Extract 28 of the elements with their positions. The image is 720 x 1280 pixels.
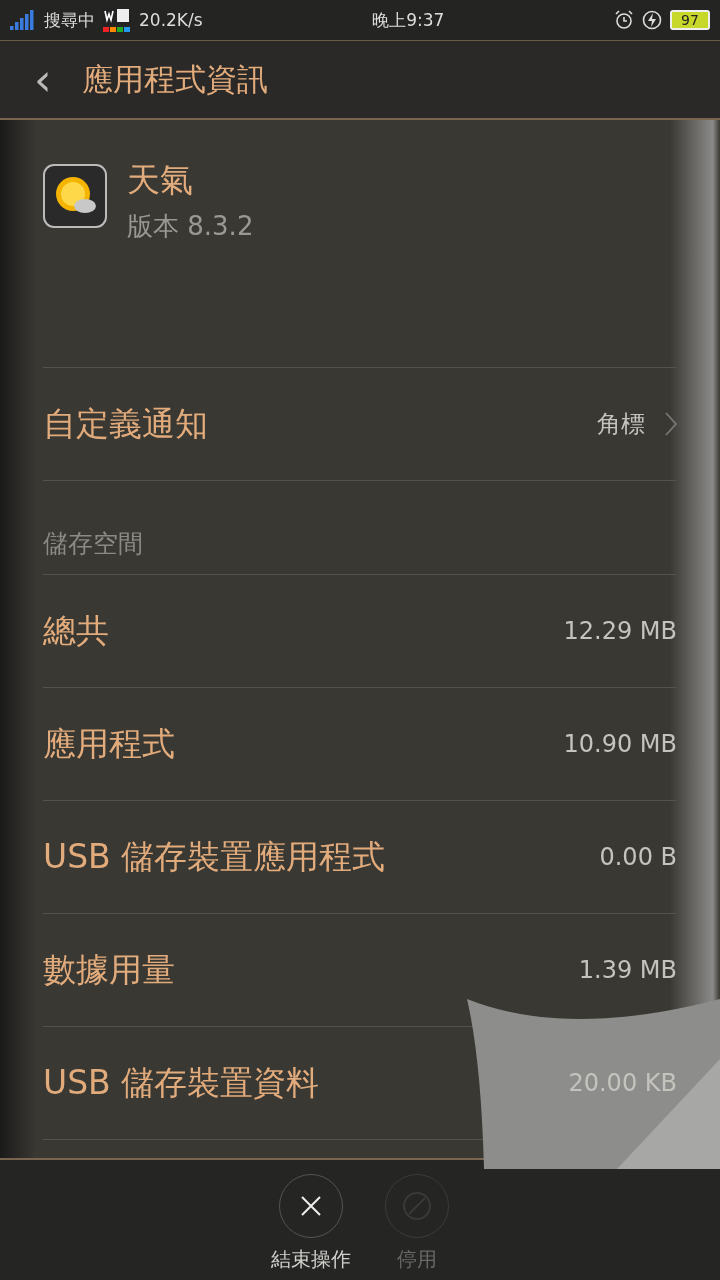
section-heading: 儲存空間 <box>43 528 143 560</box>
battery-icon: 97 <box>670 10 710 30</box>
action-button[interactable]: 結束操作 <box>271 1174 351 1280</box>
signal-icon <box>10 10 36 30</box>
alarm-icon <box>614 10 634 30</box>
network-speed: 20.2K/s <box>139 10 203 30</box>
page-title: 應用程式資訊 <box>81 59 268 99</box>
storage-value: 12.29 MB <box>563 617 677 645</box>
storage-label: 應用程式 <box>43 722 175 765</box>
storage-value: 10.90 MB <box>563 730 677 758</box>
close-icon <box>300 1195 322 1217</box>
clock: 晚上9:37 <box>372 8 445 32</box>
carrier-text: 搜尋中 <box>44 8 95 32</box>
storage-label: USB 儲存裝置應用程式 <box>43 835 386 878</box>
back-button[interactable]: ‹ <box>30 57 56 102</box>
sun-cloud-icon <box>43 164 107 228</box>
storage-label: USB 儲存裝置資料 <box>43 1061 320 1104</box>
charging-icon <box>642 10 662 30</box>
app-name: 天氣 <box>127 159 194 201</box>
storage-value: 1.39 MB <box>578 956 677 984</box>
storage-value: 0.00 B <box>599 843 677 871</box>
wifi-icon <box>103 7 131 33</box>
storage-value: 20.00 KB <box>568 1069 677 1097</box>
chevron-right-icon <box>665 412 677 436</box>
app-version: 版本 8.3.2 <box>127 210 254 243</box>
storage-label: 總共 <box>43 609 109 652</box>
storage-label: 數據用量 <box>43 948 175 991</box>
notification-row[interactable]: 自定義通知 角標 <box>43 368 677 481</box>
